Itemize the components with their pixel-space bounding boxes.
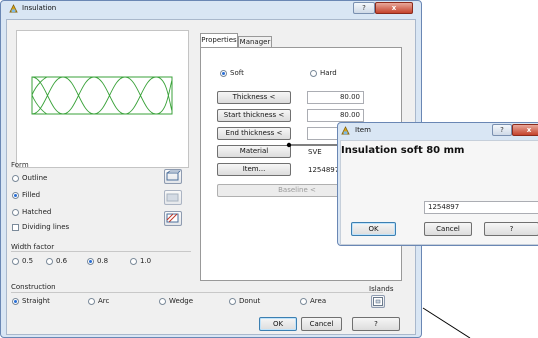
help-icon: ? <box>362 4 366 12</box>
start-thickness-field[interactable]: 80.00 <box>307 109 364 122</box>
tab-manager[interactable]: Manager <box>238 36 272 47</box>
item-ok-button[interactable]: OK <box>351 222 396 236</box>
arc-label: Arc <box>98 297 110 305</box>
hatched-form-icon <box>166 213 179 223</box>
close-icon: x <box>391 4 397 12</box>
filled-form-icon <box>166 193 179 202</box>
outline-label: Outline <box>22 174 48 182</box>
soft-label: Soft <box>230 69 244 77</box>
tab-manager-label: Manager <box>239 38 271 46</box>
material-button-label: Material <box>239 147 269 155</box>
item-heading: Insulation soft 80 mm <box>341 145 465 156</box>
close-title-button[interactable]: x <box>375 2 413 14</box>
hatched-label: Hatched <box>22 208 52 216</box>
width-factor-option[interactable] <box>12 258 19 265</box>
filled-label: Filled <box>22 191 41 199</box>
cancel-button[interactable]: Cancel <box>301 317 342 331</box>
help-button-label: ? <box>374 320 378 328</box>
item-cancel-button[interactable]: Cancel <box>424 222 472 236</box>
help-button[interactable]: ? <box>352 317 400 331</box>
insulation-pattern-graphic <box>31 76 173 115</box>
area-radio[interactable] <box>300 298 307 305</box>
end-thickness-button[interactable]: End thickness < <box>217 127 291 140</box>
outline-form-button[interactable] <box>164 169 182 184</box>
insulation-title: Insulation <box>22 4 57 12</box>
dividing-lines-checkbox[interactable] <box>12 224 19 231</box>
hatched-radio[interactable] <box>12 209 19 216</box>
hard-label: Hard <box>320 69 337 77</box>
item-number-value: 1254897 <box>428 203 460 211</box>
ok-button[interactable]: OK <box>259 317 297 331</box>
construction-header: Construction <box>11 283 56 291</box>
insulation-preview <box>16 30 189 168</box>
islands-icon <box>373 297 383 306</box>
item-client-area: Insulation soft 80 mm 1254897 OK Cancel … <box>340 140 538 245</box>
width-factor-label: 0.8 <box>97 257 109 265</box>
insulation-title-bar[interactable]: Insulation ? x <box>1 1 421 17</box>
item-close-title-button[interactable]: x <box>512 124 538 136</box>
item-dialog: Item ? x Insulation soft 80 mm 1254897 O… <box>337 122 538 246</box>
width-factor-divider <box>11 251 191 252</box>
start-thickness-button[interactable]: Start thickness < <box>217 109 291 122</box>
wedge-radio[interactable] <box>159 298 166 305</box>
tab-properties-label: Properties <box>201 36 237 44</box>
insulation-app-icon <box>9 4 18 13</box>
start-thickness-button-label: Start thickness < <box>223 111 285 119</box>
start-thickness-value: 80.00 <box>339 111 360 119</box>
item-title: Item <box>355 126 371 134</box>
hard-radio[interactable] <box>310 70 317 77</box>
material-button[interactable]: Material <box>217 145 291 158</box>
islands-label: Islands <box>369 285 394 293</box>
item-button-label: Item... <box>242 165 266 173</box>
soft-radio[interactable] <box>220 70 227 77</box>
width-factor-label: 0.5 <box>22 257 34 265</box>
width-factor-label: 0.6 <box>56 257 68 265</box>
straight-label: Straight <box>22 297 50 305</box>
resize-pointer-line <box>422 307 471 338</box>
arc-radio[interactable] <box>88 298 95 305</box>
item-close-icon: x <box>526 126 532 134</box>
dividing-lines-label: Dividing lines <box>22 223 70 231</box>
item-button[interactable]: Item... <box>217 163 291 176</box>
item-help-title-button[interactable]: ? <box>492 124 512 136</box>
width-factor-option[interactable] <box>87 258 94 265</box>
donut-label: Donut <box>239 297 261 305</box>
thickness-value: 80.00 <box>339 93 360 101</box>
item-help-button[interactable]: ? <box>484 222 538 236</box>
ok-button-label: OK <box>272 320 284 328</box>
width-factor-header: Width factor <box>11 243 55 251</box>
form-header: Form <box>11 161 29 169</box>
cancel-button-label: Cancel <box>309 320 334 328</box>
item-help-label: ? <box>509 225 514 233</box>
width-factor-option[interactable] <box>46 258 53 265</box>
thickness-button-label: Thickness < <box>232 93 276 101</box>
item-title-bar[interactable]: Item ? x <box>338 123 538 139</box>
end-thickness-button-label: End thickness < <box>225 129 283 137</box>
outline-form-icon <box>166 170 181 181</box>
construction-divider <box>11 292 383 293</box>
straight-radio[interactable] <box>12 298 19 305</box>
thickness-button[interactable]: Thickness < <box>217 91 291 104</box>
wedge-label: Wedge <box>169 297 194 305</box>
donut-radio[interactable] <box>229 298 236 305</box>
hatched-form-button[interactable] <box>164 211 182 226</box>
item-help-icon: ? <box>500 126 504 134</box>
item-ok-label: OK <box>368 225 379 233</box>
islands-button[interactable] <box>371 295 385 308</box>
item-app-icon <box>341 126 350 135</box>
material-value: SVE <box>308 148 322 156</box>
width-factor-option[interactable] <box>130 258 137 265</box>
width-factor-label: 1.0 <box>140 257 152 265</box>
baseline-button-label: Baseline < <box>278 186 316 194</box>
item-value: 1254897 <box>308 166 340 174</box>
area-label: Area <box>310 297 327 305</box>
item-cancel-label: Cancel <box>436 225 460 233</box>
filled-radio[interactable] <box>12 192 19 199</box>
tab-properties[interactable]: Properties <box>200 33 238 47</box>
help-title-button[interactable]: ? <box>353 2 375 14</box>
filled-form-button[interactable] <box>164 190 182 205</box>
thickness-field[interactable]: 80.00 <box>307 91 364 104</box>
outline-radio[interactable] <box>12 175 19 182</box>
item-number-input[interactable]: 1254897 <box>424 201 538 214</box>
